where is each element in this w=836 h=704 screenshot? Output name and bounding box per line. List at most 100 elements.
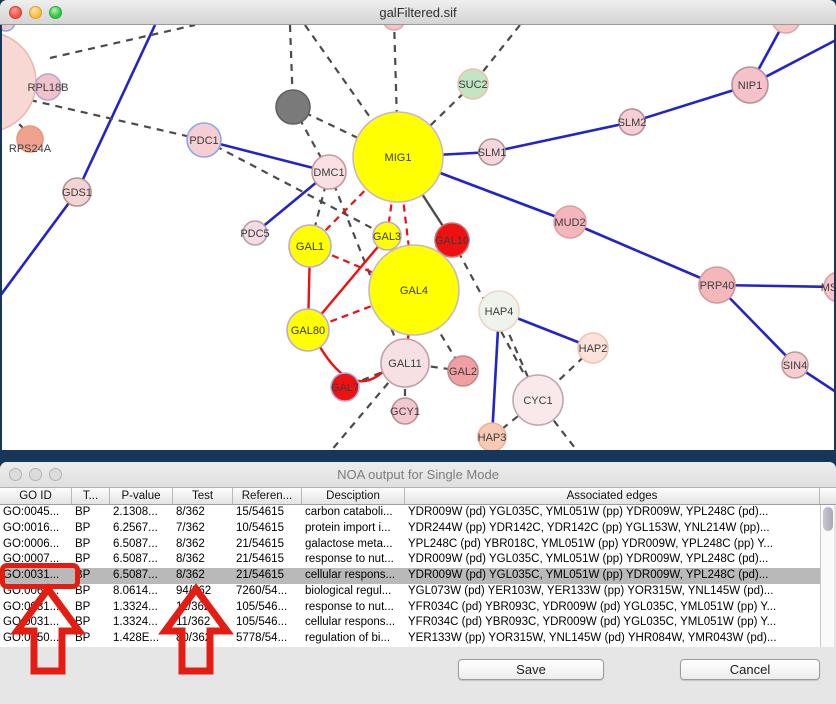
cell-test: 7/362 [173,521,233,537]
cell-type: BP [72,615,110,631]
cell-type: BP [72,568,110,584]
network-edge[interactable] [204,140,329,172]
column-header-p_value[interactable]: P-value [110,488,173,504]
cell-test: 11/362 [173,615,233,631]
noa-window-titlebar[interactable]: NOA output for Single Mode [0,462,836,488]
cell-p_value: 2.1308... [110,505,173,521]
table-row[interactable]: GO:0031...BP1.3324...11/362105/546...cel… [0,615,820,631]
cell-p_value: 8.0614... [110,584,173,600]
network-window-titlebar[interactable]: galFiltered.sif [0,0,836,25]
cell-type: BP [72,552,110,568]
cell-reference: 105/546... [233,615,302,631]
cell-edges: YDR244W (pp) YDR142C, YDR142C (pp) YGL15… [405,521,820,537]
cell-go_id: GO:0050... [0,631,72,647]
network-node[interactable] [772,25,800,33]
table-row[interactable]: GO:0031...BP6.5087...8/36221/54615cellul… [0,568,820,584]
table-scrollbar[interactable] [820,505,834,647]
cell-description: carbon cataboli... [302,505,405,521]
network-graph: RPL18BRPS24AGDS1PDC1DMC1MIG1SUC2SLM1SLM2… [2,25,834,450]
cell-description: cellular respons... [302,615,405,631]
cell-edges: YFR034C (pd) YBR093C, YDR009W (pd) YGL03… [405,615,820,631]
node-label: GAL10 [435,235,469,247]
cell-type: BP [72,584,110,600]
column-header-test[interactable]: Test [173,488,233,504]
table-row[interactable]: GO:0016...BP6.2567...7/36210/54615protei… [0,521,820,537]
cell-test: 8/362 [173,552,233,568]
cell-test: 80/362 [173,631,233,647]
cell-description: protein import i... [302,521,405,537]
scrollbar-thumb[interactable] [823,507,833,531]
network-edge[interactable] [50,25,195,58]
network-edge[interactable] [570,222,717,285]
node-label: HAP3 [478,432,507,444]
network-edge[interactable] [2,192,77,296]
table-row[interactable]: GO:0031...BP1.3324...11/362105/546...res… [0,600,820,616]
table-body: GO:0045...BP2.1308...8/36215/54615carbon… [0,505,820,647]
cell-reference: 21/54615 [233,537,302,553]
table-row[interactable]: GO:0050...BP1.428E...80/3625778/54...reg… [0,631,820,647]
table-row[interactable]: GO:0007...BP6.5087...8/36221/54615respon… [0,552,820,568]
noa-window-title: NOA output for Single Mode [0,462,836,488]
network-node[interactable] [276,90,310,124]
cell-test: 94/362 [173,584,233,600]
cell-p_value: 1.428E... [110,631,173,647]
cell-reference: 15/54615 [233,505,302,521]
network-window: galFiltered.sif RPL18BRPS24AGDS1PDC1DMC1… [0,0,836,450]
cell-reference: 21/54615 [233,568,302,584]
column-header-reference[interactable]: Referen... [233,488,302,504]
column-header-description[interactable]: Desciption [302,488,405,504]
table-row[interactable]: GO:0045...BP2.1308...8/36215/54615carbon… [0,505,820,521]
table-row[interactable]: GO:0065...BP8.0614...94/3627260/54...bio… [0,584,820,600]
node-label: GAL1 [296,241,324,253]
cell-p_value: 6.2567... [110,521,173,537]
cell-description: biological regul... [302,584,405,600]
cell-reference: 105/546... [233,600,302,616]
cell-reference: 21/54615 [233,552,302,568]
node-label: DMC1 [313,167,344,179]
network-node[interactable] [383,25,405,30]
network-edge[interactable] [492,122,632,152]
cell-go_id: GO:0031... [0,568,72,584]
table-header: GO IDT...P-valueTestReferen...Desciption… [0,488,836,505]
column-header-go_id[interactable]: GO ID [0,488,72,504]
cell-edges: YDR009W (pd) YGL035C, YML051W (pp) YDR00… [405,568,820,584]
node-label: MUD2 [554,217,585,229]
cell-p_value: 6.5087... [110,537,173,553]
cell-type: BP [72,505,110,521]
column-header-edges[interactable]: Associated edges [405,488,820,504]
cell-go_id: GO:0045... [0,505,72,521]
cell-reference: 7260/54... [233,584,302,600]
node-label: PDC5 [240,228,269,240]
cell-go_id: GO:0006... [0,537,72,553]
network-canvas[interactable]: RPL18BRPS24AGDS1PDC1DMC1MIG1SUC2SLM1SLM2… [2,25,834,450]
cell-reference: 5778/54... [233,631,302,647]
node-label: HAP4 [485,306,514,318]
column-header-type[interactable]: T... [72,488,110,504]
cell-go_id: GO:0065... [0,584,72,600]
node-label: SIN4 [783,360,807,372]
network-node[interactable] [2,25,15,31]
cell-edges: YPL248C (pd) YBR018C, YML051W (pp) YDR00… [405,537,820,553]
cell-p_value: 6.5087... [110,552,173,568]
node-label: MSN [821,282,834,294]
node-label: HAP2 [579,343,608,355]
cell-type: BP [72,600,110,616]
node-label: CYC1 [523,395,552,407]
cell-edges: YGL073W (pd) YER103W, YER133W (pp) YOR31… [405,584,820,600]
cell-reference: 10/54615 [233,521,302,537]
cell-go_id: GO:0007... [0,552,72,568]
table-row[interactable]: GO:0006...BP6.5087...8/36221/54615galact… [0,537,820,553]
node-label: GAL4 [400,285,428,297]
cancel-button[interactable]: Cancel [680,659,820,680]
save-button[interactable]: Save [458,659,604,680]
node-label: GAL2 [449,366,477,378]
cell-test: 8/362 [173,568,233,584]
node-label: SUC2 [458,79,487,91]
network-window-title: galFiltered.sif [0,0,836,25]
node-label: PDC1 [189,135,218,147]
cell-type: BP [72,521,110,537]
cell-test: 8/362 [173,505,233,521]
cell-edges: YDR009W (pd) YGL035C, YML051W (pp) YDR00… [405,552,820,568]
cell-test: 11/362 [173,600,233,616]
node-label: RPS24A [9,143,52,155]
